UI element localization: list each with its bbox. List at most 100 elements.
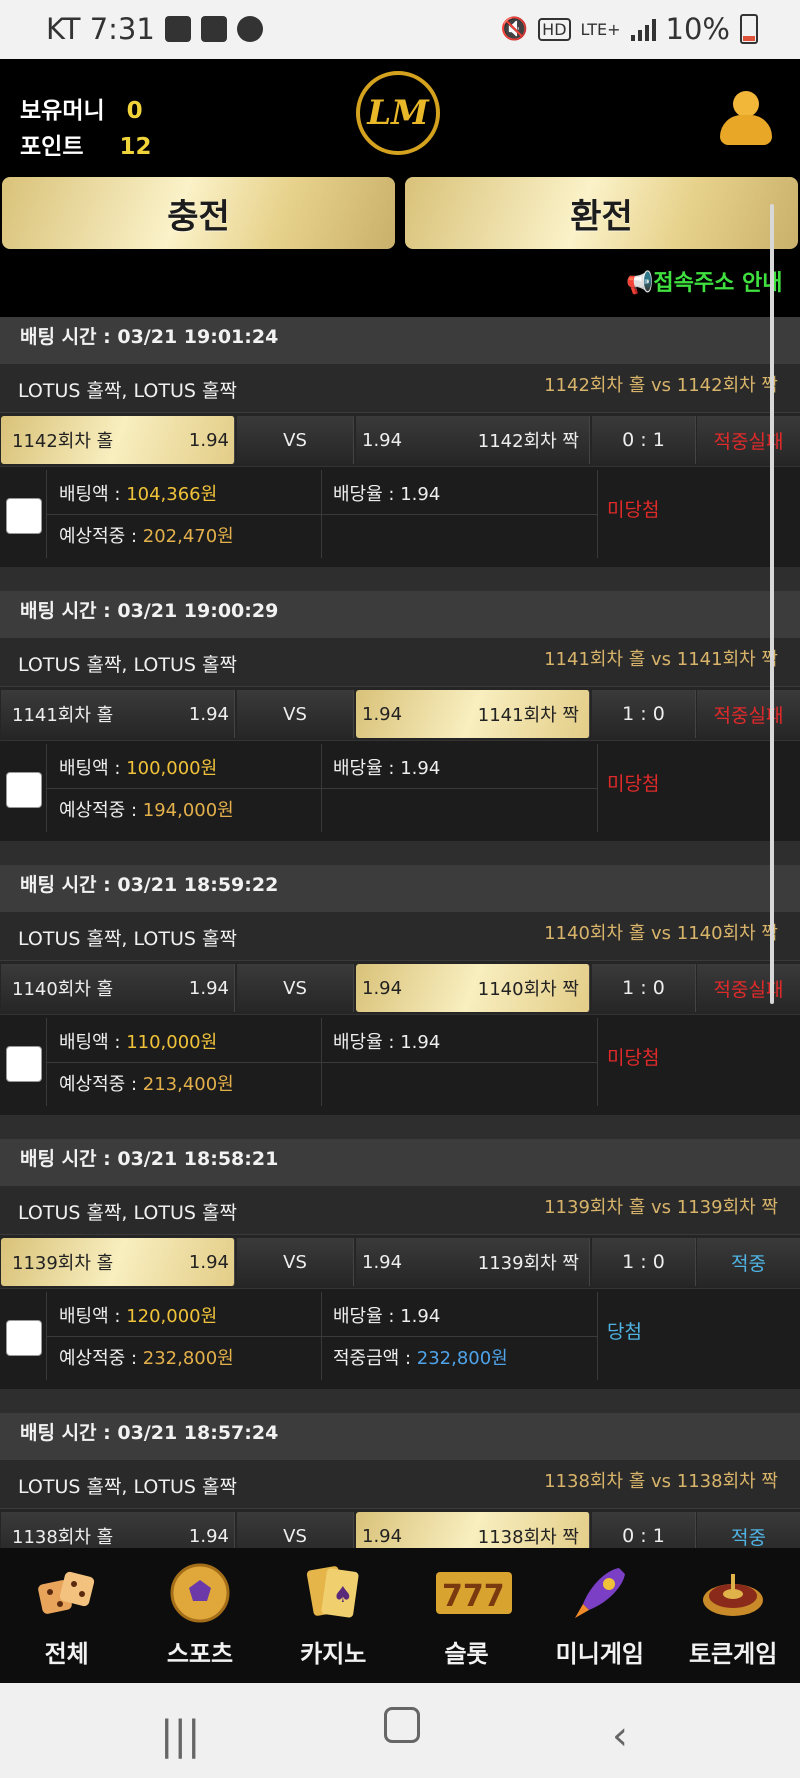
pick-row: 1141회차 홀 1.94 VS 1.94 1141회차 짝 1 : 0 적중실… (0, 687, 800, 740)
bet-amount-label: 배팅액 : (59, 484, 127, 505)
recent-apps-button[interactable]: ||| (160, 1713, 200, 1759)
signal-icon (630, 17, 656, 41)
away-odds: 1.94 (362, 703, 403, 725)
home-team: 1138회차 홀 (12, 1527, 114, 1548)
mute-icon: 🔇 (500, 16, 529, 42)
game-name: LOTUS 홀짝, LOTUS 홀짝 (18, 1202, 237, 1224)
home-pick: 1140회차 홀 1.94 (1, 964, 235, 1012)
expected-amount: 232,800원 (142, 1348, 234, 1369)
bet-amount: 120,000원 (126, 1306, 218, 1327)
win-status: 미당첨 (607, 499, 660, 521)
bet-detail: 배팅액 : 100,000원 예상적중 : 194,000원 배당율 : 1.9… (0, 740, 800, 841)
points-label: 포인트 (20, 134, 84, 160)
detail-grid: 배팅액 : 100,000원 예상적중 : 194,000원 배당율 : 1.9… (46, 744, 598, 832)
money-label: 보유머니 (20, 98, 105, 124)
scrollbar[interactable] (770, 204, 774, 1004)
system-nav-bar: ||| ‹ (0, 1683, 800, 1778)
bet-amount-label: 배팅액 : (59, 1032, 127, 1053)
back-button[interactable]: ‹ (612, 1713, 628, 1759)
notice-ticker[interactable]: 📢접속주소 안내 (0, 251, 800, 317)
bet-entry: 배팅 시간 : 03/21 18:59:22 LOTUS 홀짝, LOTUS 홀… (0, 865, 800, 1139)
pick-row: 1139회차 홀 1.94 VS 1.94 1139회차 짝 1 : 0 적중 (0, 1235, 800, 1288)
svg-text:♠: ♠ (333, 1583, 353, 1608)
select-checkbox[interactable] (6, 1046, 42, 1082)
exchange-button[interactable]: 환전 (405, 177, 798, 249)
game-row: LOTUS 홀짝, LOTUS 홀짝 1142회차 홀 vs 1142회차 짝 (0, 365, 800, 413)
bet-entry: 배팅 시간 : 03/21 18:57:24 LOTUS 홀짝, LOTUS 홀… (0, 1413, 800, 1548)
select-checkbox[interactable] (6, 1320, 42, 1356)
site-logo[interactable]: LM (356, 71, 440, 155)
bet-detail: 배팅액 : 104,366원 예상적중 : 202,470원 배당율 : 1.9… (0, 466, 800, 567)
vs-label: VS (237, 964, 354, 1012)
home-pick: 1138회차 홀 1.94 (1, 1512, 235, 1548)
select-checkbox[interactable] (6, 772, 42, 808)
select-checkbox[interactable] (6, 498, 42, 534)
match-title: 1139회차 홀 vs 1139회차 짝 (544, 1197, 778, 1218)
odds-label: 배당율 : (333, 484, 401, 505)
win-status: 미당첨 (607, 1047, 660, 1069)
away-odds: 1.94 (362, 1251, 403, 1273)
game-name: LOTUS 홀짝, LOTUS 홀짝 (18, 1476, 237, 1498)
network-type: LTE+ (580, 19, 621, 39)
away-odds: 1.94 (362, 977, 403, 999)
match-title: 1141회차 홀 vs 1141회차 짝 (544, 649, 778, 670)
pick-row: 1142회차 홀 1.94 VS 1.94 1142회차 짝 0 : 1 적중실… (0, 413, 800, 466)
odds-value: 1.94 (400, 1306, 441, 1327)
bet-history-list[interactable]: 배팅 시간 : 03/21 19:01:24 LOTUS 홀짝, LOTUS 홀… (0, 317, 800, 1548)
bet-entry: 배팅 시간 : 03/21 18:58:21 LOTUS 홀짝, LOTUS 홀… (0, 1139, 800, 1413)
home-odds: 1.94 (188, 703, 229, 725)
result-badge: 적중실패 (697, 416, 800, 464)
nav-item-0[interactable]: 전체 (0, 1548, 133, 1683)
nav-item-2[interactable]: ♠ 카지노 (267, 1548, 400, 1683)
bet-amount-row: 배팅액 : 100,000원 (59, 754, 217, 780)
odds-row: 배당율 : 1.94 (333, 754, 440, 780)
match-title: 1138회차 홀 vs 1138회차 짝 (544, 1471, 778, 1492)
nav-label: 전체 (44, 1640, 89, 1668)
pick-row: 1140회차 홀 1.94 VS 1.94 1140회차 짝 1 : 0 적중실… (0, 961, 800, 1014)
bet-amount-row: 배팅액 : 110,000원 (59, 1028, 217, 1054)
result-badge: 적중 (697, 1238, 800, 1286)
win-amount: 232,800원 (416, 1348, 508, 1369)
home-team: 1142회차 홀 (12, 431, 114, 452)
vs-label: VS (237, 690, 354, 738)
slot-777-icon: 777 (434, 1560, 512, 1626)
user-profile-icon[interactable] (720, 91, 772, 147)
win-amount-row: 적중금액 : 232,800원 (333, 1344, 508, 1370)
away-team: 1138회차 짝 (477, 1527, 579, 1548)
gallery-icon (164, 16, 191, 42)
nav-item-4[interactable]: 미니게임 (533, 1548, 666, 1683)
vs-label: VS (237, 416, 354, 464)
game-row: LOTUS 홀짝, LOTUS 홀짝 1139회차 홀 vs 1139회차 짝 (0, 1187, 800, 1235)
expected-row: 예상적중 : 232,800원 (59, 1344, 234, 1370)
expected-amount: 194,000원 (142, 800, 234, 821)
expected-label: 예상적중 : (59, 1348, 143, 1369)
bet-amount-row: 배팅액 : 120,000원 (59, 1302, 217, 1328)
home-button[interactable] (384, 1707, 420, 1743)
game-row: LOTUS 홀짝, LOTUS 홀짝 1141회차 홀 vs 1141회차 짝 (0, 639, 800, 687)
charge-button[interactable]: 충전 (2, 177, 395, 249)
bet-detail: 배팅액 : 120,000원 예상적중 : 232,800원 배당율 : 1.9… (0, 1288, 800, 1389)
game-row: LOTUS 홀짝, LOTUS 홀짝 1138회차 홀 vs 1138회차 짝 (0, 1461, 800, 1509)
nav-item-3[interactable]: 777 슬롯 (400, 1548, 533, 1683)
carrier-time: KT 7:31 (46, 12, 155, 46)
match-title: 1142회차 홀 vs 1142회차 짝 (544, 375, 778, 396)
cloud-icon (236, 16, 263, 42)
bet-amount: 104,366원 (126, 484, 218, 505)
status-bar: KT 7:31 🔇 HD LTE+ 10% (0, 0, 800, 59)
bet-entry: 배팅 시간 : 03/21 19:00:29 LOTUS 홀짝, LOTUS 홀… (0, 591, 800, 865)
odds-value: 1.94 (400, 484, 441, 505)
expected-amount: 213,400원 (142, 1074, 234, 1095)
away-pick: 1.94 1140회차 짝 (356, 964, 590, 1012)
odds-row: 배당율 : 1.94 (333, 1302, 440, 1328)
points-value: 12 (119, 134, 152, 160)
bet-time: 배팅 시간 : 03/21 19:00:29 (0, 591, 800, 639)
home-team: 1139회차 홀 (12, 1253, 114, 1274)
bet-time: 배팅 시간 : 03/21 18:57:24 (0, 1413, 800, 1461)
nav-item-1[interactable]: 스포츠 (133, 1548, 266, 1683)
expected-row: 예상적중 : 194,000원 (59, 796, 234, 822)
away-pick: 1.94 1141회차 짝 (356, 690, 590, 738)
bet-time: 배팅 시간 : 03/21 19:01:24 (0, 317, 800, 365)
nav-label: 스포츠 (166, 1640, 234, 1668)
nav-item-5[interactable]: 토큰게임 (666, 1548, 799, 1683)
win-status: 당첨 (607, 1321, 642, 1343)
